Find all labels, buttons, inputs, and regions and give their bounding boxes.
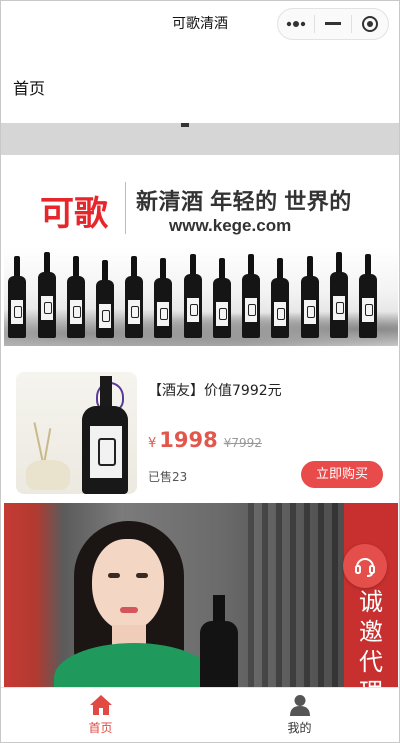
capsule-menu: [277, 8, 389, 40]
original-price: ¥7992: [223, 436, 262, 450]
title-bar: 可歌清酒: [1, 1, 399, 47]
price-row: ¥1998 ¥7992: [148, 428, 262, 458]
model-face: [92, 539, 164, 631]
banner-slogan: 新清酒 年轻的 世界的: [136, 189, 352, 214]
brand-logo-text: 可歌: [40, 194, 108, 234]
agent-recruitment-banner[interactable]: 诚邀代理: [4, 503, 398, 687]
sake-bottle: [271, 258, 289, 338]
brand-block: 可歌: [28, 182, 126, 234]
more-dots-icon: [286, 21, 306, 27]
tab-home-label: 首页: [88, 721, 113, 735]
sake-bottle: [301, 256, 319, 338]
target-close-icon: [362, 16, 378, 32]
bottle-lineup: [8, 238, 394, 338]
sale-price: 1998: [159, 428, 218, 452]
more-options-button[interactable]: [278, 9, 314, 39]
page-title: 首页: [13, 79, 46, 98]
product-card[interactable]: 【酒友】价值7992元 ¥1998 ¥7992 已售23 立即购买: [4, 346, 398, 501]
tab-profile[interactable]: 我的: [200, 688, 399, 742]
user-icon: [289, 695, 310, 716]
bottle-label: [90, 426, 122, 478]
minimize-button[interactable]: [315, 9, 351, 39]
model-lips: [120, 607, 138, 613]
tab-profile-label: 我的: [287, 721, 312, 735]
model-eye: [136, 573, 148, 578]
close-button[interactable]: [352, 9, 388, 39]
banner-website: www.kege.com: [169, 216, 292, 235]
bottom-tab-bar: 首页 我的: [1, 687, 399, 742]
product-name: 【酒友】价值7992元: [148, 383, 282, 399]
model-eye: [108, 573, 120, 578]
sold-count: 已售23: [148, 470, 188, 484]
sake-bottle: [154, 258, 172, 338]
bottle-neck: [100, 376, 112, 410]
hero-banner[interactable]: 可歌 新清酒 年轻的 世界的 www.kege.com: [4, 166, 398, 346]
sake-bottle: [38, 252, 56, 338]
customer-service-button[interactable]: [343, 544, 387, 588]
sake-bottle: [213, 258, 231, 338]
sake-bottle: [67, 256, 85, 338]
home-icon: [89, 695, 112, 715]
product-image[interactable]: [16, 372, 137, 494]
sake-bottle: [8, 256, 26, 338]
strip-mark: [181, 123, 189, 127]
sake-bottle: [359, 254, 377, 338]
minimize-icon: [325, 22, 341, 25]
sake-bottle: [184, 254, 202, 338]
currency-symbol: ¥: [148, 436, 157, 451]
headset-icon: [355, 558, 375, 577]
sake-cup: [26, 460, 70, 490]
sake-bottle: [330, 252, 348, 338]
sake-bottle: [125, 256, 143, 338]
promo-bottle: [200, 621, 238, 687]
sake-bottle: [96, 260, 114, 338]
app-frame: 可歌清酒 首页 可歌 新清酒 年轻的 世界的 www.kege.com 【酒友】…: [0, 0, 400, 743]
sake-bottle: [242, 254, 260, 338]
top-banner-strip: [1, 123, 399, 155]
background-pattern: [248, 503, 348, 687]
tab-home[interactable]: 首页: [1, 688, 200, 742]
buy-now-button[interactable]: 立即购买: [301, 461, 383, 488]
invite-agent-text: 诚邀代理: [359, 588, 383, 687]
page-header: 首页: [1, 47, 399, 123]
